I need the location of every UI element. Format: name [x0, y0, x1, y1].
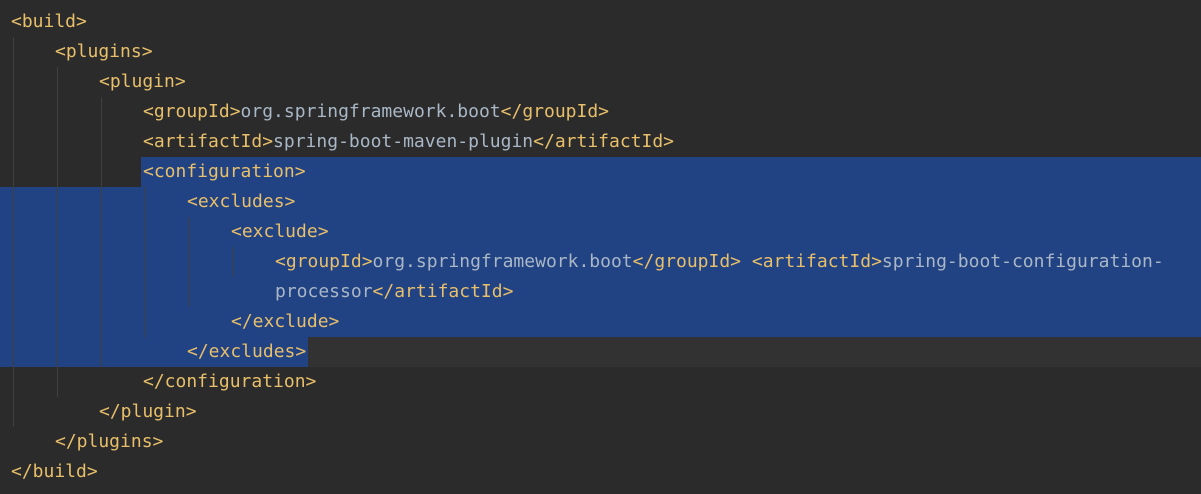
xml-tag: </groupId> [632, 251, 742, 272]
code-line: processor</artifactId> [275, 277, 513, 307]
xml-tag: </exclude> [231, 311, 340, 332]
xml-text: org.springframework.boot [240, 101, 501, 122]
indent-guide-line [189, 217, 190, 307]
xml-tag: <build> [11, 11, 87, 32]
code-line: </plugin> [99, 397, 197, 427]
code-line: </build> [11, 457, 98, 487]
xml-tag: <configuration> [143, 161, 306, 182]
code-editor[interactable]: <build> <plugins> <plugin> <groupId>org.spr… [0, 0, 1201, 494]
xml-tag: </plugin> [99, 401, 197, 422]
indent-guide-line [57, 67, 58, 397]
xml-tag: </plugins> [55, 431, 164, 452]
code-line: </exclude> [231, 307, 339, 337]
code-line: <configuration> [143, 157, 306, 187]
xml-tag: <plugins> [55, 41, 153, 62]
code-line: <plugin> [99, 67, 186, 97]
xml-tag: </artifactId> [372, 281, 514, 302]
code-line: </configuration> [143, 367, 316, 397]
code-line: <plugins> [55, 37, 153, 67]
code-line: <build> [11, 7, 87, 37]
xml-text: processor [275, 281, 373, 302]
xml-tag: <plugin> [99, 71, 186, 92]
xml-text: spring-boot-maven-plugin [273, 131, 534, 152]
xml-tag: </artifactId> [533, 131, 675, 152]
xml-text: spring-boot-configuration- [881, 251, 1164, 272]
xml-tag: </groupId> [500, 101, 610, 122]
xml-tag: <artifactId> [751, 251, 882, 272]
xml-text [741, 251, 752, 272]
code-line: </plugins> [55, 427, 163, 457]
indent-guide-line [233, 247, 234, 277]
code-line: <groupId>org.springframework.boot</group… [275, 247, 1164, 277]
code-line: <groupId>org.springframework.boot</group… [143, 97, 609, 127]
xml-text: org.springframework.boot [372, 251, 633, 272]
xml-tag: <excludes> [187, 191, 296, 212]
code-line: <exclude> [231, 217, 329, 247]
indent-guide-line [13, 37, 14, 427]
code-line: <excludes> [187, 187, 295, 217]
xml-tag: <groupId> [143, 101, 241, 122]
xml-tag: <artifactId> [143, 131, 274, 152]
indent-guide-line [101, 97, 102, 367]
xml-tag: <groupId> [275, 251, 373, 272]
xml-tag: <exclude> [231, 221, 329, 242]
xml-tag: </build> [11, 461, 98, 482]
xml-tag: </excludes> [187, 341, 307, 362]
code-line: <artifactId>spring-boot-maven-plugin</ar… [143, 127, 674, 157]
code-line: </excludes> [187, 337, 306, 367]
xml-tag: </configuration> [143, 371, 317, 392]
indent-guide-line [145, 187, 146, 337]
